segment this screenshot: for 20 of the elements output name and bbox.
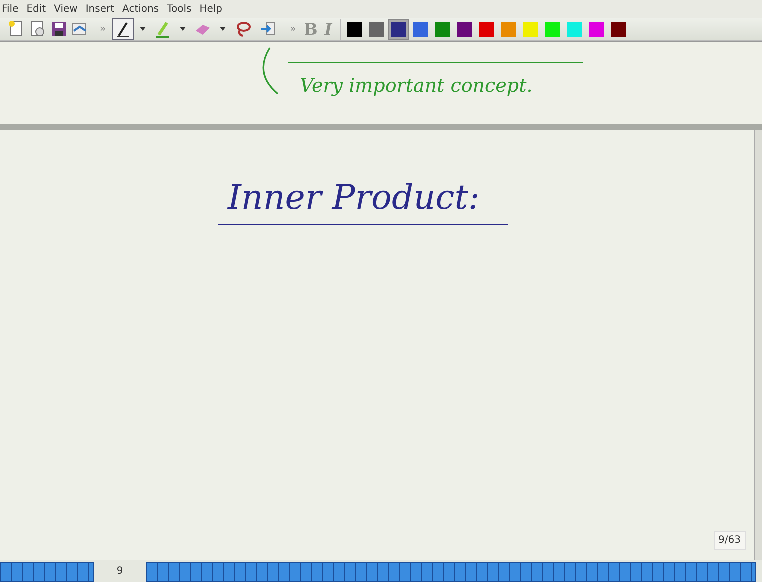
menu-item[interactable]: View	[54, 4, 78, 14]
page-number: 9	[116, 565, 124, 579]
dropdown-caret-icon[interactable]	[180, 27, 186, 31]
scrollbar[interactable]	[754, 130, 762, 560]
dropdown-caret-icon[interactable]	[140, 27, 146, 31]
menu-item[interactable]: Help	[200, 4, 223, 14]
menu-item[interactable]: File	[2, 4, 19, 14]
page-thumbnail-strip[interactable]	[0, 562, 94, 582]
page-thumbnail-strip[interactable]	[146, 562, 756, 582]
insert-space-icon	[259, 20, 278, 38]
page-indicator: 9/63	[714, 531, 746, 550]
menu-item[interactable]: Edit	[26, 4, 46, 14]
menu-item[interactable]: Tools	[167, 4, 192, 14]
tool-button[interactable]	[112, 18, 134, 40]
menu-item[interactable]: Insert	[86, 4, 115, 14]
menu-item[interactable]: Actions	[122, 4, 160, 14]
dropdown-caret-icon[interactable]	[220, 27, 226, 31]
handwritten-note: Very important concept.	[288, 62, 583, 96]
handwritten-heading: Inner Product:	[218, 178, 508, 225]
lasso-icon	[234, 20, 252, 38]
